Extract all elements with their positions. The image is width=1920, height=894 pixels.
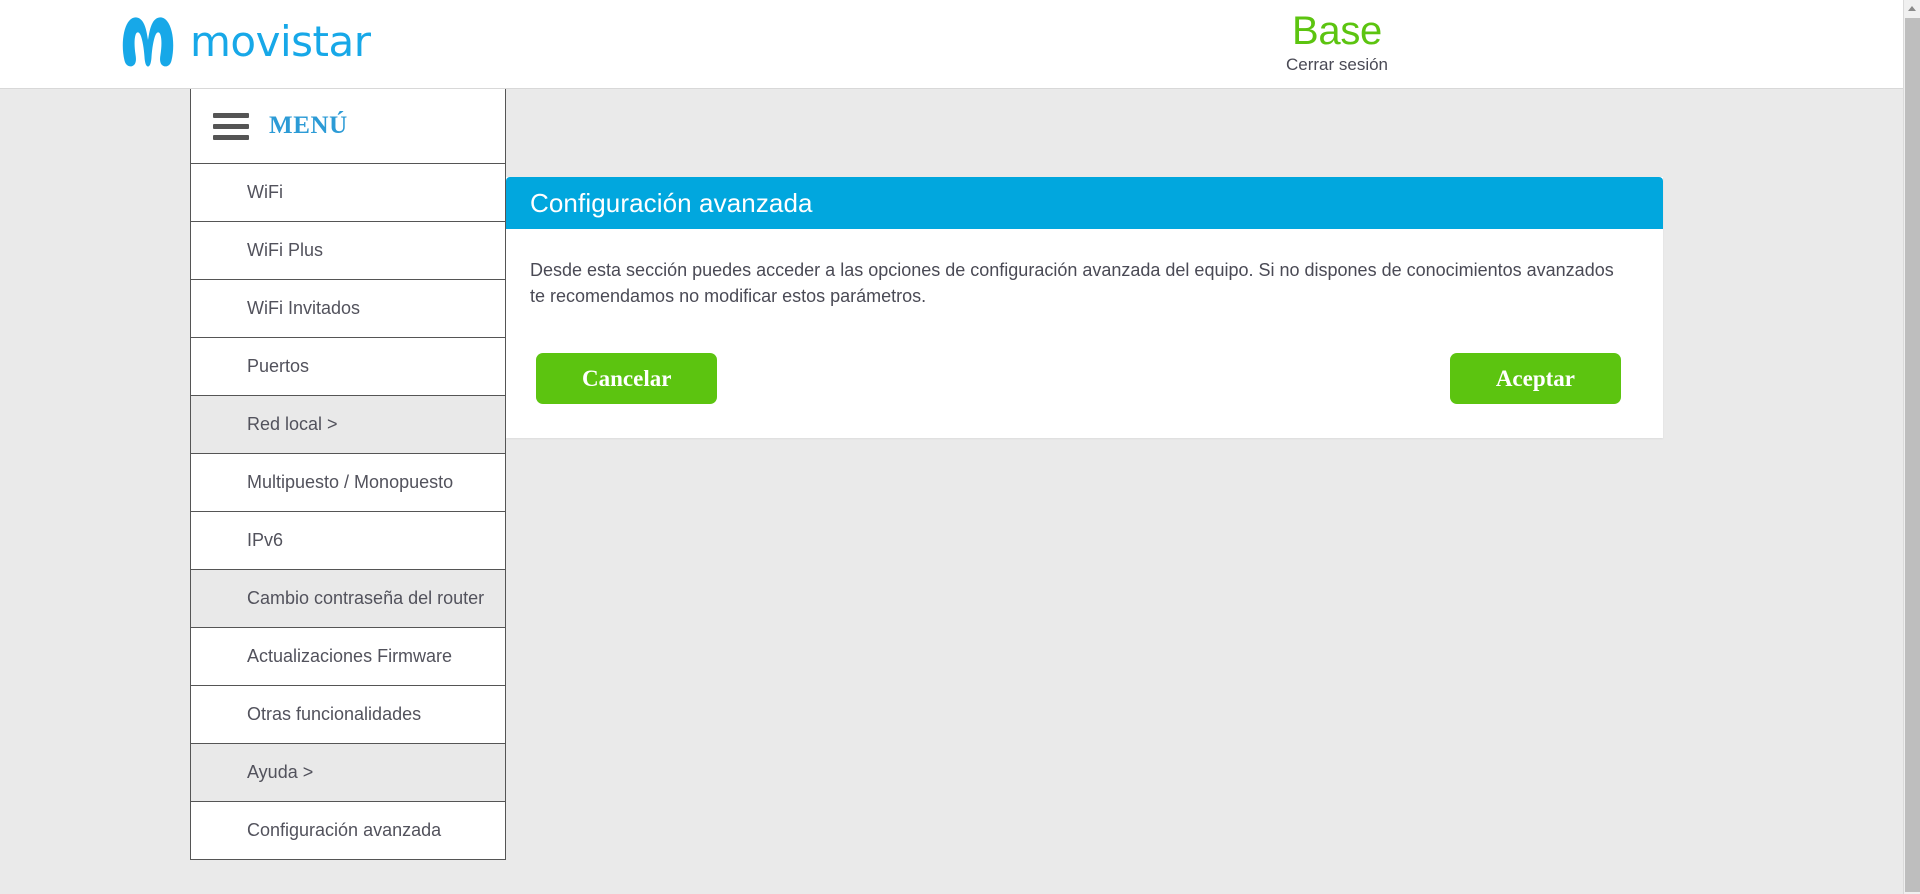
sidebar-item-otras-funcionalidades[interactable]: Otras funcionalidades: [191, 685, 505, 743]
page-body: Configuración avanzada Desde esta secció…: [0, 89, 1903, 894]
scrollbar-thumb[interactable]: [1905, 18, 1920, 892]
site-header: movistar Base Cerrar sesión: [0, 0, 1903, 89]
card-actions: Cancelar Aceptar: [530, 353, 1639, 405]
movistar-logo[interactable]: movistar: [120, 16, 371, 68]
sidebar-item-wifi-invitados[interactable]: WiFi Invitados: [191, 279, 505, 337]
menu-item-label: Ayuda >: [247, 762, 314, 783]
sidebar-item-configuracion-avanzada[interactable]: Configuración avanzada: [191, 801, 505, 859]
sidebar-item-red-local[interactable]: Red local >: [191, 395, 505, 453]
menu-item-label: Configuración avanzada: [247, 820, 442, 841]
account-block: Base Cerrar sesión: [1247, 8, 1427, 75]
brand-wordmark: movistar: [190, 17, 371, 66]
cancel-button[interactable]: Cancelar: [536, 353, 718, 405]
sidebar-item-wifi[interactable]: WiFi: [191, 163, 505, 221]
menu-item-label: Puertos: [247, 356, 310, 377]
sidebar-item-ayuda[interactable]: Ayuda >: [191, 743, 505, 801]
account-plan-label: Base: [1292, 9, 1382, 53]
menu-item-label: Red local >: [247, 414, 338, 435]
card-body: Desde esta sección puedes acceder a las …: [506, 229, 1663, 438]
accept-button[interactable]: Aceptar: [1449, 353, 1621, 405]
card-title-bar: Configuración avanzada: [506, 177, 1663, 229]
hamburger-icon[interactable]: [213, 112, 249, 140]
menu-item-label: Actualizaciones Firmware: [247, 646, 453, 667]
menu-item-label: Cambio contraseña del router: [247, 588, 485, 609]
triangle-up-icon[interactable]: [1904, 0, 1920, 17]
sidebar-item-actualizaciones-firmware[interactable]: Actualizaciones Firmware: [191, 627, 505, 685]
menu-toggle[interactable]: MENÚ: [191, 89, 505, 163]
navigation-menu-panel: MENÚ WiFi WiFi Plus WiFi Invitados Puert…: [190, 89, 506, 860]
sidebar-item-cambio-contrasena-router[interactable]: Cambio contraseña del router: [191, 569, 505, 627]
page-scrollbar[interactable]: [1903, 0, 1920, 894]
sidebar-item-ipv6[interactable]: IPv6: [191, 511, 505, 569]
menu-item-label: WiFi Plus: [247, 240, 323, 261]
menu-item-label: Otras funcionalidades: [247, 704, 422, 725]
movistar-m-logo: [120, 16, 176, 68]
sidebar-item-puertos[interactable]: Puertos: [191, 337, 505, 395]
menu-item-label: IPv6: [247, 530, 284, 551]
advanced-settings-card: Configuración avanzada Desde esta secció…: [506, 177, 1663, 439]
menu-item-label: WiFi: [247, 182, 283, 203]
menu-item-label: Multipuesto / Monopuesto: [247, 472, 454, 493]
menu-item-label: WiFi Invitados: [247, 298, 361, 319]
sidebar-item-multipuesto-monopuesto[interactable]: Multipuesto / Monopuesto: [191, 453, 505, 511]
logout-link[interactable]: Cerrar sesión: [1247, 55, 1427, 75]
card-description: Desde esta sección puedes acceder a las …: [530, 260, 1614, 307]
sidebar-item-wifi-plus[interactable]: WiFi Plus: [191, 221, 505, 279]
page-title: Configuración avanzada: [530, 187, 813, 218]
menu-title: MENÚ: [269, 112, 348, 139]
